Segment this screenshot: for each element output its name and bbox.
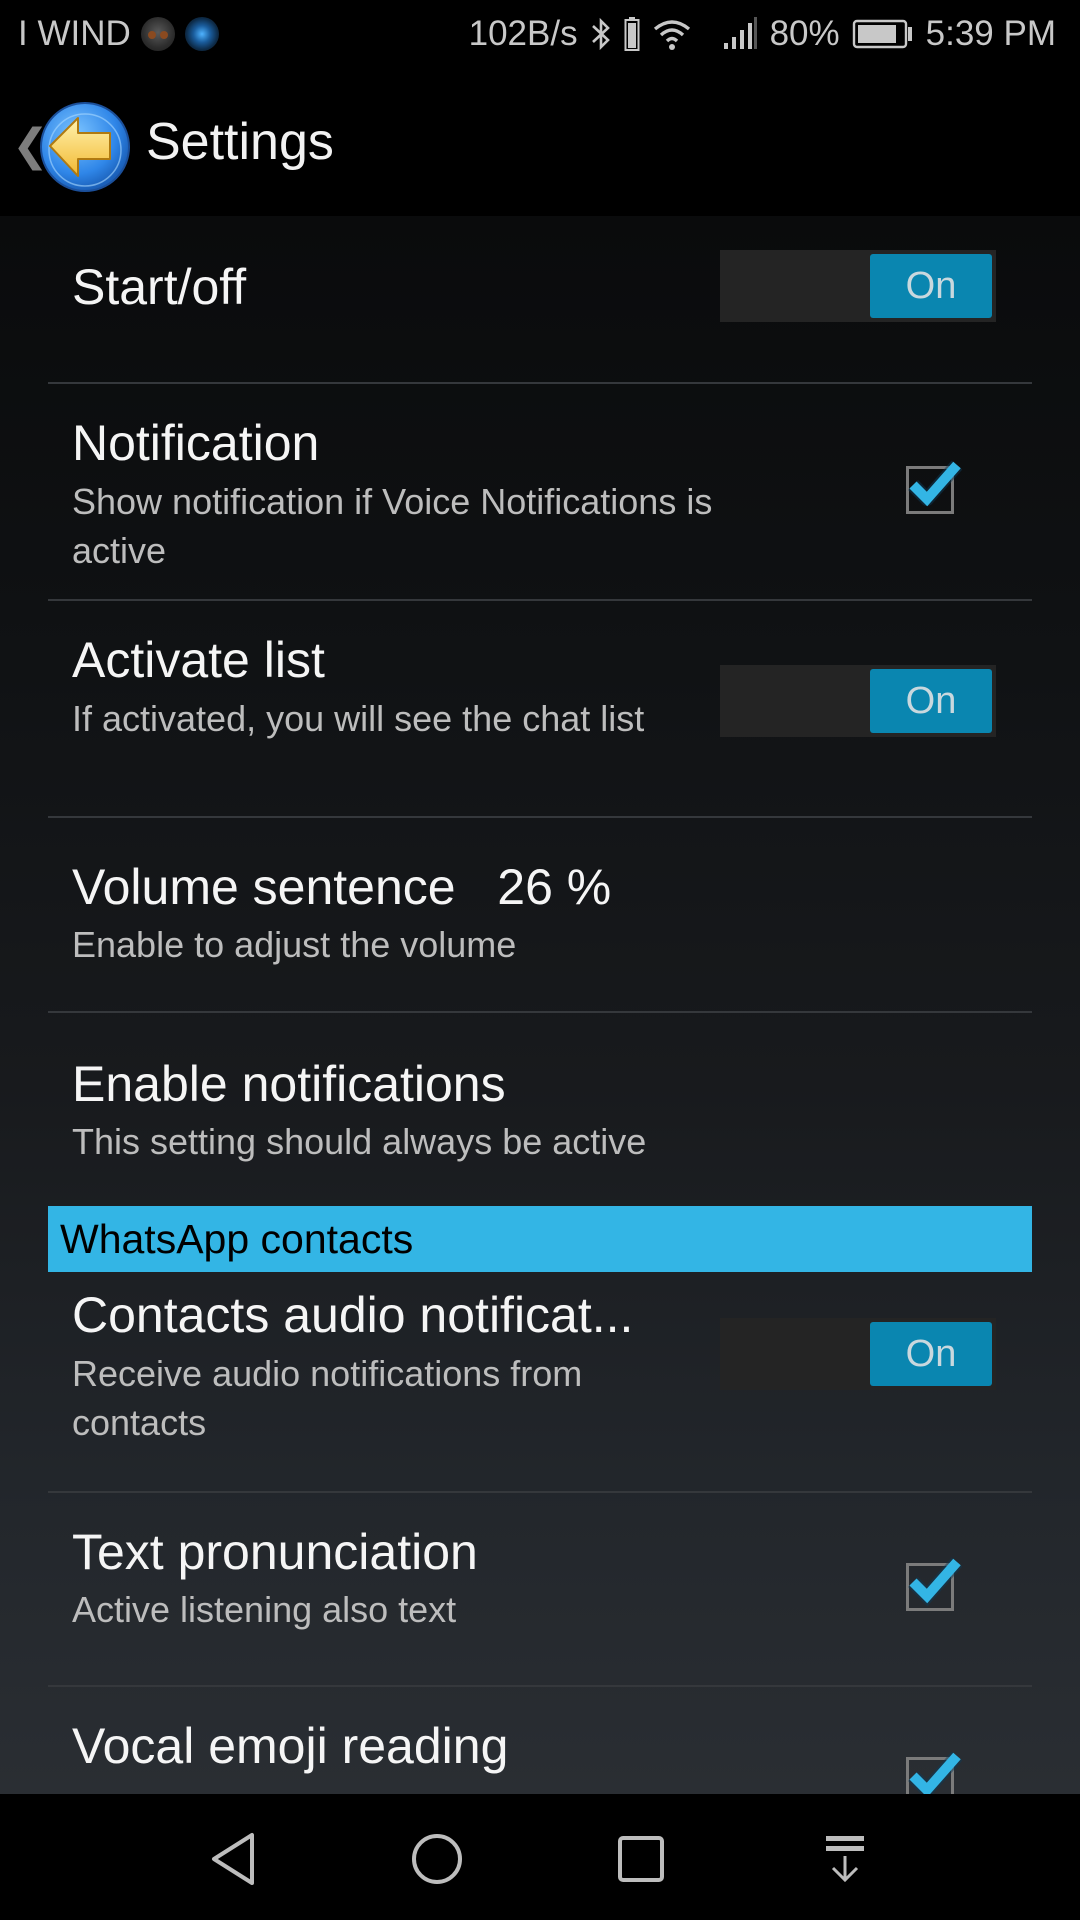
voice-notifications-app-icon (184, 17, 219, 51)
pref-vocal-emoji-reading[interactable]: Vocal emoji reading (48, 1687, 1032, 1794)
pref-title: Enable notifications (72, 1056, 506, 1112)
pref-summary: Enable to adjust the volume (72, 924, 517, 965)
back-arrow-icon (38, 100, 132, 199)
pref-title: Volume sentence 26 % (72, 859, 612, 915)
switch-thumb: On (870, 669, 992, 733)
back-icon (212, 1833, 254, 1885)
gorilla-emoji-icon (140, 17, 175, 51)
nav-notification-pull-down-button[interactable] (810, 1824, 880, 1894)
pref-title: Vocal emoji reading (72, 1718, 509, 1774)
pref-text-pronunciation[interactable]: Text pronunciation Active listening also… (48, 1493, 1032, 1685)
text-pronunciation-checkbox[interactable] (906, 1557, 963, 1611)
pref-title: Start/off (72, 259, 247, 315)
pref-title: Contacts audio notificat... (72, 1287, 634, 1343)
pref-title: Activate list (72, 632, 325, 688)
pref-enable-notifications[interactable]: Enable notifications This setting should… (48, 1013, 1032, 1203)
battery-icon (852, 18, 914, 50)
pref-title: Text pronunciation (72, 1524, 478, 1580)
category-title: WhatsApp contacts (60, 1216, 414, 1262)
switch-thumb: On (870, 1322, 992, 1386)
pref-contacts-audio-notifications[interactable]: Contacts audio notificat... Receive audi… (48, 1272, 1032, 1491)
checkmark-icon (908, 460, 963, 507)
pref-summary: This setting should always be active (72, 1121, 647, 1162)
checkmark-icon (908, 1557, 963, 1607)
pref-title: Notification (72, 415, 320, 471)
status-bar: I WIND 102B/s 80% 5:39 PM (0, 0, 1080, 72)
notification-pull-down-icon (826, 1836, 864, 1883)
pref-start-off[interactable]: Start/off On (48, 216, 1032, 382)
recents-icon (618, 1836, 664, 1882)
checkmark-icon (908, 1751, 963, 1794)
pref-summary: Receive audio notifications from contact… (72, 1353, 583, 1443)
pref-activate-list[interactable]: Activate list If activated, you will see… (48, 601, 1032, 816)
pref-summary: Show notification if Voice Notifications… (72, 481, 713, 571)
battery-percent: 80% (769, 14, 840, 53)
bluetooth-battery-icon (624, 16, 640, 52)
page-title: Settings (146, 113, 334, 171)
pref-volume-sentence[interactable]: Volume sentence 26 % Enable to adjust th… (48, 818, 1032, 1032)
clock: 5:39 PM (925, 14, 1056, 53)
category-header-whatsapp-contacts: WhatsApp contacts (48, 1206, 1032, 1272)
bluetooth-icon (590, 16, 612, 52)
pref-notification[interactable]: Notification Show notification if Voice … (48, 384, 1032, 599)
notification-checkbox[interactable] (906, 460, 963, 514)
vocal-emoji-checkbox[interactable] (906, 1751, 963, 1794)
nav-home-button[interactable] (402, 1824, 472, 1894)
settings-list[interactable]: Start/off On Notification Show notificat… (0, 216, 1080, 1794)
start-off-switch[interactable]: On (720, 250, 996, 322)
home-icon (412, 1834, 462, 1884)
navigation-bar (0, 1794, 1080, 1920)
pref-summary: Active listening also text (72, 1589, 457, 1630)
contacts-audio-switch[interactable]: On (720, 1318, 996, 1390)
network-speed: 102B/s (468, 14, 578, 53)
pref-summary: If activated, you will see the chat list (72, 698, 645, 739)
activate-list-switch[interactable]: On (720, 665, 996, 737)
nav-back-button[interactable] (198, 1824, 268, 1894)
nav-recents-button[interactable] (606, 1824, 676, 1894)
carrier-label: I WIND (18, 14, 131, 53)
action-bar: ❮ Settings (0, 72, 1080, 216)
wifi-icon (652, 17, 692, 51)
switch-thumb: On (870, 254, 992, 318)
signal-icon (722, 17, 758, 51)
